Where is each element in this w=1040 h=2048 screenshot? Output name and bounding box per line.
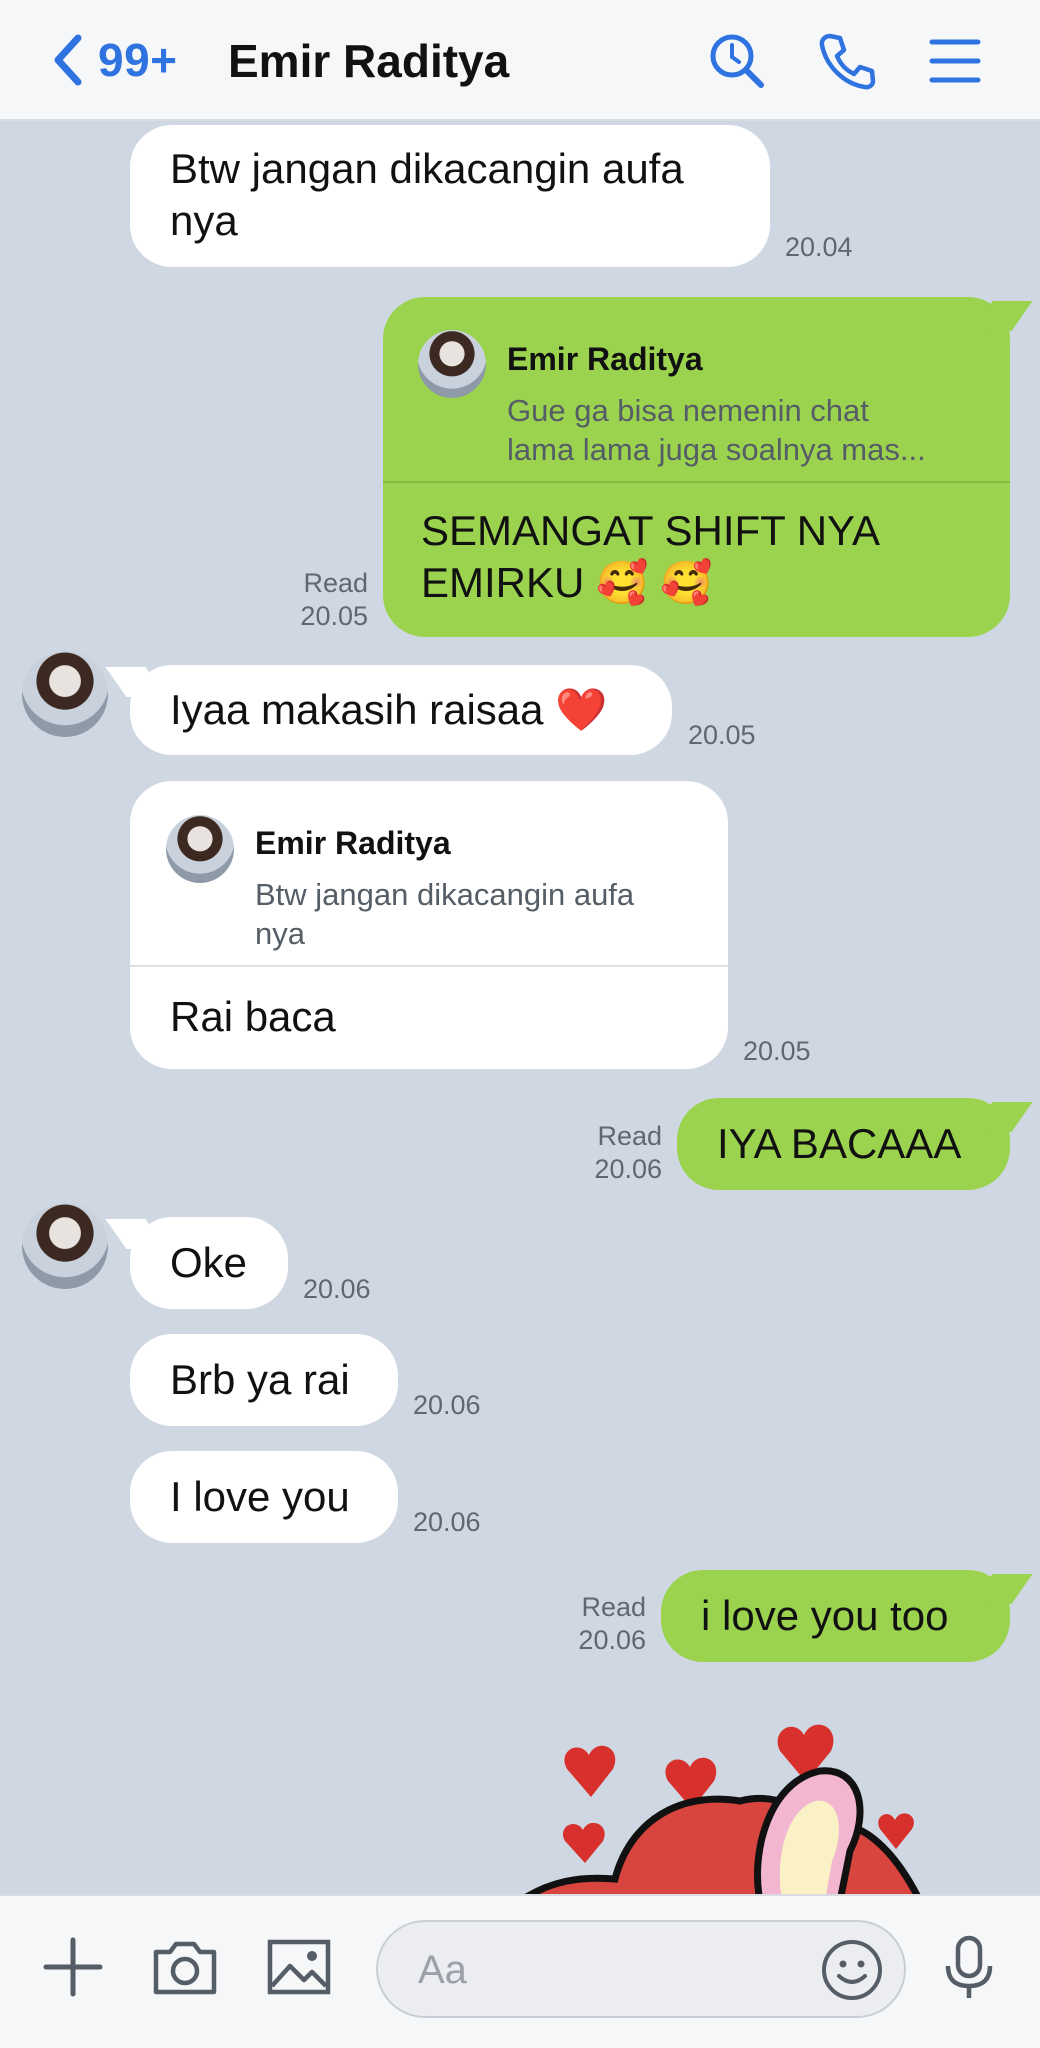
message-text: Brb ya rai — [170, 1356, 350, 1403]
contact-name[interactable]: Emir Raditya — [228, 34, 509, 88]
plus-icon[interactable] — [38, 1932, 108, 2002]
message-input-placeholder: Aa — [418, 1948, 467, 1992]
message-text: I love you — [170, 1473, 350, 1520]
back-button[interactable]: 99+ — [48, 30, 178, 90]
camera-icon[interactable] — [150, 1932, 220, 2002]
quote-text: lama lama juga soalnya mas... — [507, 432, 926, 467]
message-text: i love you too — [701, 1592, 949, 1639]
message-time: 20.06 — [303, 1274, 371, 1304]
message-list[interactable]: Btw jangan dikacangin aufa nya 20.04 Emi… — [0, 121, 1040, 1894]
message-text: Rai baca — [170, 993, 336, 1040]
message-time: 20.06 — [578, 1625, 646, 1655]
quote-avatar — [166, 815, 234, 883]
quote-divider — [130, 965, 728, 967]
search-icon[interactable] — [706, 30, 768, 92]
message-time: 20.05 — [743, 1036, 811, 1066]
quote-text: Btw jangan dikacangin aufa — [255, 877, 635, 912]
message-text: nya — [170, 197, 238, 244]
message-bubble-incoming[interactable]: Brb ya rai — [130, 1334, 398, 1426]
quote-text: Gue ga bisa nemenin chat — [507, 393, 869, 428]
chat-header: 99+ Emir Raditya — [0, 0, 1040, 121]
contact-avatar[interactable] — [22, 1203, 108, 1289]
read-receipt: Read 20.06 — [544, 1591, 646, 1657]
message-time: 20.06 — [413, 1507, 481, 1537]
quote-avatar — [418, 330, 486, 398]
message-text: IYA BACAAA — [717, 1120, 962, 1167]
read-receipt: Read 20.06 — [560, 1120, 662, 1186]
message-bubble-incoming[interactable]: Btw jangan dikacangin aufa nya — [130, 125, 770, 267]
quote-sender: Emir Raditya — [507, 341, 703, 377]
message-bubble-incoming[interactable]: I love you — [130, 1451, 398, 1543]
quote-text: nya — [255, 916, 305, 951]
quote-divider — [383, 481, 1010, 483]
phone-call-icon[interactable] — [816, 30, 878, 92]
message-time: 20.06 — [594, 1154, 662, 1184]
message-text: SEMANGAT SHIFT NYA — [421, 507, 880, 554]
heart-bunny-sticker[interactable] — [520, 1701, 950, 1894]
message-bubble-outgoing[interactable]: Emir Raditya Gue ga bisa nemenin chat la… — [383, 297, 1010, 637]
unread-count: 99+ — [98, 34, 178, 86]
emoji-icon[interactable] — [818, 1936, 886, 2004]
contact-avatar[interactable] — [22, 651, 108, 737]
message-time: 20.06 — [413, 1390, 481, 1420]
message-input[interactable]: Aa — [376, 1920, 906, 2018]
menu-icon[interactable] — [924, 30, 986, 92]
message-composer: Aa — [0, 1894, 1040, 2048]
message-bubble-incoming[interactable]: Oke — [130, 1217, 288, 1309]
read-receipt: Read 20.05 — [270, 567, 368, 633]
message-bubble-incoming[interactable]: Iyaa makasih raisaa ❤️ — [130, 665, 672, 755]
message-time: 20.05 — [300, 601, 368, 631]
message-bubble-outgoing[interactable]: i love you too — [661, 1570, 1010, 1662]
chevron-left-icon — [54, 34, 82, 86]
message-time: 20.04 — [785, 232, 853, 262]
quote-sender: Emir Raditya — [255, 825, 451, 861]
microphone-icon[interactable] — [934, 1932, 1004, 2002]
message-bubble-outgoing[interactable]: IYA BACAAA — [677, 1098, 1010, 1190]
message-text: Btw jangan dikacangin aufa — [170, 145, 684, 192]
message-text: Iyaa makasih raisaa ❤️ — [170, 686, 608, 733]
message-time: 20.05 — [688, 720, 756, 750]
image-icon[interactable] — [264, 1932, 334, 2002]
message-text: Oke — [170, 1239, 248, 1286]
message-bubble-incoming[interactable]: Emir Raditya Btw jangan dikacangin aufa … — [130, 781, 728, 1069]
message-text: EMIRKU 🥰 🥰 — [421, 559, 713, 606]
